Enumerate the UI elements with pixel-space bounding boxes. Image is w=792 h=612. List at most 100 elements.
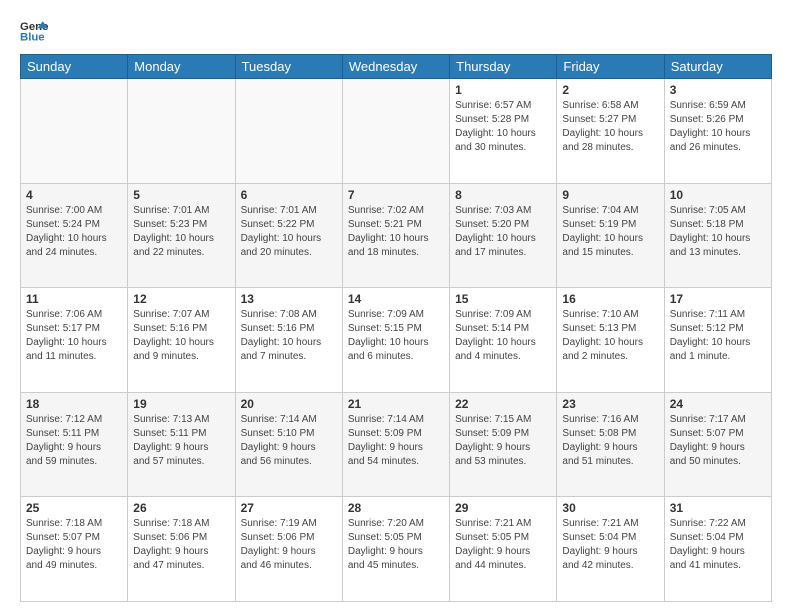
- calendar-day-cell: 1 Sunrise: 6:57 AM Sunset: 5:28 PM Daylig…: [450, 79, 557, 184]
- day-number: 31: [670, 501, 766, 515]
- weekday-header-saturday: Saturday: [664, 55, 771, 79]
- calendar-day-cell: 4Sunrise: 7:00 AM Sunset: 5:24 PM Daylig…: [21, 183, 128, 288]
- day-number: 9: [562, 188, 658, 202]
- day-info: Sunrise: 7:14 AM Sunset: 5:09 PM Dayligh…: [348, 413, 444, 469]
- day-number: 18: [26, 397, 122, 411]
- calendar-day-cell: 21 Sunrise: 7:14 AM Sunset: 5:09 PM Dayli…: [342, 392, 449, 497]
- calendar-week-row: 25Sunrise: 7:18 AM Sunset: 5:07 PM Dayli…: [21, 497, 772, 602]
- svg-text:Blue: Blue: [20, 32, 45, 44]
- calendar-day-cell: 15 Sunrise: 7:09 AM Sunset: 5:14 PM Dayli…: [450, 288, 557, 393]
- calendar-day-cell: 30Sunrise: 7:21 AM Sunset: 5:04 PM Dayli…: [557, 497, 664, 602]
- day-info: Sunrise: 7:14 AM Sunset: 5:10 PM Dayligh…: [241, 413, 337, 469]
- calendar-day-cell: 8 Sunrise: 7:03 AM Sunset: 5:20 PM Daylig…: [450, 183, 557, 288]
- day-number: 20: [241, 397, 337, 411]
- day-info: Sunrise: 7:15 AM Sunset: 5:09 PM Dayligh…: [455, 413, 551, 469]
- calendar-day-cell: 31 Sunrise: 7:22 AM Sunset: 5:04 PM Dayli…: [664, 497, 771, 602]
- day-number: 15: [455, 292, 551, 306]
- day-number: 5: [133, 188, 229, 202]
- calendar-day-cell: 5 Sunrise: 7:01 AM Sunset: 5:23 PM Daylig…: [128, 183, 235, 288]
- day-number: 22: [455, 397, 551, 411]
- day-number: 29: [455, 501, 551, 515]
- day-number: 2: [562, 83, 658, 97]
- weekday-header-friday: Friday: [557, 55, 664, 79]
- calendar-day-cell: 7 Sunrise: 7:02 AM Sunset: 5:21 PM Daylig…: [342, 183, 449, 288]
- calendar-day-cell: 24 Sunrise: 7:17 AM Sunset: 5:07 PM Dayli…: [664, 392, 771, 497]
- day-info: Sunrise: 7:12 AM Sunset: 5:11 PM Dayligh…: [26, 413, 122, 469]
- day-number: 7: [348, 188, 444, 202]
- calendar-day-cell: 28 Sunrise: 7:20 AM Sunset: 5:05 PM Dayli…: [342, 497, 449, 602]
- calendar-day-cell: 16Sunrise: 7:10 AM Sunset: 5:13 PM Dayli…: [557, 288, 664, 393]
- calendar-day-cell: 14 Sunrise: 7:09 AM Sunset: 5:15 PM Dayli…: [342, 288, 449, 393]
- day-info: Sunrise: 7:18 AM Sunset: 5:06 PM Dayligh…: [133, 517, 229, 573]
- day-number: 21: [348, 397, 444, 411]
- calendar-day-cell: 12Sunrise: 7:07 AM Sunset: 5:16 PM Dayli…: [128, 288, 235, 393]
- day-info: Sunrise: 6:57 AM Sunset: 5:28 PM Dayligh…: [455, 99, 551, 155]
- day-number: 13: [241, 292, 337, 306]
- day-number: 6: [241, 188, 337, 202]
- day-info: Sunrise: 6:59 AM Sunset: 5:26 PM Dayligh…: [670, 99, 766, 155]
- calendar-day-cell: 20 Sunrise: 7:14 AM Sunset: 5:10 PM Dayli…: [235, 392, 342, 497]
- day-info: Sunrise: 7:18 AM Sunset: 5:07 PM Dayligh…: [26, 517, 122, 573]
- page: General Blue SundayMondayTuesdayWednesda…: [0, 0, 792, 612]
- day-number: 17: [670, 292, 766, 306]
- calendar-day-cell: [21, 79, 128, 184]
- day-number: 1: [455, 83, 551, 97]
- day-info: Sunrise: 7:11 AM Sunset: 5:12 PM Dayligh…: [670, 308, 766, 364]
- day-number: 27: [241, 501, 337, 515]
- calendar-day-cell: [235, 79, 342, 184]
- day-info: Sunrise: 6:58 AM Sunset: 5:27 PM Dayligh…: [562, 99, 658, 155]
- day-info: Sunrise: 7:06 AM Sunset: 5:17 PM Dayligh…: [26, 308, 122, 364]
- day-info: Sunrise: 7:09 AM Sunset: 5:14 PM Dayligh…: [455, 308, 551, 364]
- calendar-day-cell: 2 Sunrise: 6:58 AM Sunset: 5:27 PM Daylig…: [557, 79, 664, 184]
- day-number: 23: [562, 397, 658, 411]
- day-info: Sunrise: 7:19 AM Sunset: 5:06 PM Dayligh…: [241, 517, 337, 573]
- header: General Blue: [20, 16, 772, 44]
- day-info: Sunrise: 7:21 AM Sunset: 5:05 PM Dayligh…: [455, 517, 551, 573]
- calendar-day-cell: 17 Sunrise: 7:11 AM Sunset: 5:12 PM Dayli…: [664, 288, 771, 393]
- calendar-day-cell: 10 Sunrise: 7:05 AM Sunset: 5:18 PM Dayli…: [664, 183, 771, 288]
- calendar-day-cell: 18 Sunrise: 7:12 AM Sunset: 5:11 PM Dayli…: [21, 392, 128, 497]
- calendar-day-cell: 29 Sunrise: 7:21 AM Sunset: 5:05 PM Dayli…: [450, 497, 557, 602]
- calendar-day-cell: 19Sunrise: 7:13 AM Sunset: 5:11 PM Dayli…: [128, 392, 235, 497]
- day-info: Sunrise: 7:02 AM Sunset: 5:21 PM Dayligh…: [348, 204, 444, 260]
- weekday-header-row: SundayMondayTuesdayWednesdayThursdayFrid…: [21, 55, 772, 79]
- logo: General Blue: [20, 16, 48, 44]
- calendar-week-row: 11Sunrise: 7:06 AM Sunset: 5:17 PM Dayli…: [21, 288, 772, 393]
- day-info: Sunrise: 7:01 AM Sunset: 5:23 PM Dayligh…: [133, 204, 229, 260]
- calendar-day-cell: 3Sunrise: 6:59 AM Sunset: 5:26 PM Daylig…: [664, 79, 771, 184]
- calendar-week-row: 18 Sunrise: 7:12 AM Sunset: 5:11 PM Dayli…: [21, 392, 772, 497]
- day-info: Sunrise: 7:10 AM Sunset: 5:13 PM Dayligh…: [562, 308, 658, 364]
- day-info: Sunrise: 7:04 AM Sunset: 5:19 PM Dayligh…: [562, 204, 658, 260]
- weekday-header-tuesday: Tuesday: [235, 55, 342, 79]
- calendar-week-row: 1 Sunrise: 6:57 AM Sunset: 5:28 PM Daylig…: [21, 79, 772, 184]
- calendar-day-cell: [128, 79, 235, 184]
- logo-icon: General Blue: [20, 16, 48, 44]
- day-number: 8: [455, 188, 551, 202]
- calendar-day-cell: [342, 79, 449, 184]
- weekday-header-monday: Monday: [128, 55, 235, 79]
- calendar-day-cell: 6 Sunrise: 7:01 AM Sunset: 5:22 PM Daylig…: [235, 183, 342, 288]
- day-info: Sunrise: 7:22 AM Sunset: 5:04 PM Dayligh…: [670, 517, 766, 573]
- day-number: 30: [562, 501, 658, 515]
- weekday-header-sunday: Sunday: [21, 55, 128, 79]
- day-info: Sunrise: 7:16 AM Sunset: 5:08 PM Dayligh…: [562, 413, 658, 469]
- day-number: 28: [348, 501, 444, 515]
- day-info: Sunrise: 7:20 AM Sunset: 5:05 PM Dayligh…: [348, 517, 444, 573]
- calendar-day-cell: 23 Sunrise: 7:16 AM Sunset: 5:08 PM Dayli…: [557, 392, 664, 497]
- day-number: 4: [26, 188, 122, 202]
- day-info: Sunrise: 7:17 AM Sunset: 5:07 PM Dayligh…: [670, 413, 766, 469]
- day-number: 14: [348, 292, 444, 306]
- day-info: Sunrise: 7:01 AM Sunset: 5:22 PM Dayligh…: [241, 204, 337, 260]
- calendar-day-cell: 9 Sunrise: 7:04 AM Sunset: 5:19 PM Daylig…: [557, 183, 664, 288]
- calendar-day-cell: 22 Sunrise: 7:15 AM Sunset: 5:09 PM Dayli…: [450, 392, 557, 497]
- calendar-day-cell: 11Sunrise: 7:06 AM Sunset: 5:17 PM Dayli…: [21, 288, 128, 393]
- day-info: Sunrise: 7:05 AM Sunset: 5:18 PM Dayligh…: [670, 204, 766, 260]
- day-info: Sunrise: 7:03 AM Sunset: 5:20 PM Dayligh…: [455, 204, 551, 260]
- day-number: 24: [670, 397, 766, 411]
- day-number: 10: [670, 188, 766, 202]
- day-number: 12: [133, 292, 229, 306]
- calendar-day-cell: 27 Sunrise: 7:19 AM Sunset: 5:06 PM Dayli…: [235, 497, 342, 602]
- weekday-header-thursday: Thursday: [450, 55, 557, 79]
- day-info: Sunrise: 7:13 AM Sunset: 5:11 PM Dayligh…: [133, 413, 229, 469]
- day-info: Sunrise: 7:09 AM Sunset: 5:15 PM Dayligh…: [348, 308, 444, 364]
